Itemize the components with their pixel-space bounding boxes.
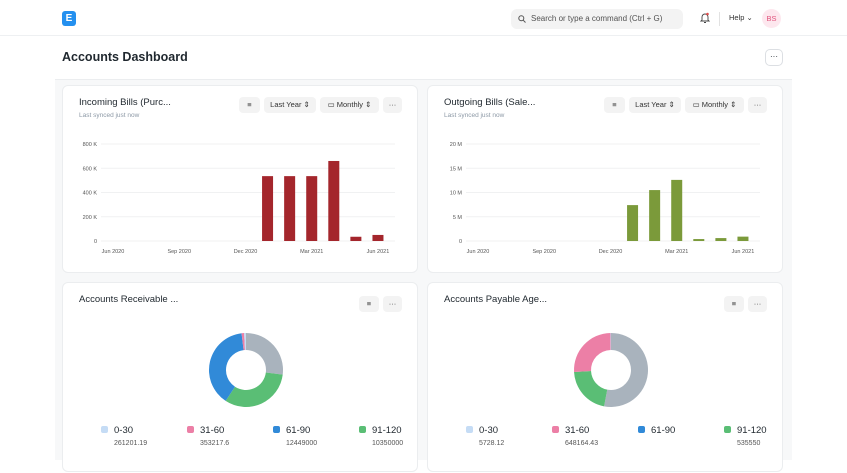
chevron-down-icon: ⌄ (746, 13, 753, 22)
y-tick-label: 15 M (450, 166, 463, 172)
bell-icon[interactable] (700, 12, 710, 24)
legend-label: 0-30 (114, 425, 134, 436)
bar[interactable] (372, 234, 384, 241)
legend-swatch (724, 426, 731, 433)
app-logo[interactable]: E (62, 11, 76, 26)
x-tick-label: Mar 2021 (300, 249, 323, 255)
legend-value: 535550 (737, 440, 761, 447)
donut-slice-other[interactable] (246, 333, 283, 375)
navbar: E Search or type a command (Ctrl + G) He… (0, 0, 847, 36)
search-icon (518, 15, 526, 23)
bar[interactable] (715, 238, 727, 241)
legend-value: 5728.12 (479, 440, 505, 447)
y-tick-label: 5 M (453, 215, 463, 221)
accounts-receivable-card: Accounts Receivable ... ≡ ··· 0-30 261201.19… (62, 282, 418, 472)
legend-label: 61-90 (651, 425, 676, 436)
legend-item: 31-60 353217.6 (187, 425, 229, 447)
legend-label: 0-30 (479, 425, 499, 436)
legend-label: 31-60 (565, 425, 590, 436)
legend-swatch (466, 426, 473, 433)
legend-item: 91-120 10350000 (359, 425, 403, 447)
x-tick-label: Jun 2021 (732, 249, 755, 255)
bar[interactable] (284, 176, 296, 241)
outgoing-bills-card: Outgoing Bills (Sale... Last synced just … (427, 85, 783, 273)
legend-label: 91-120 (372, 425, 402, 436)
y-tick-label: 10 M (450, 191, 463, 197)
x-tick-label: Jun 2021 (367, 249, 390, 255)
legend-item: 61-90 (638, 425, 675, 440)
legend-item: 0-30 261201.19 (101, 425, 147, 447)
legend-item: 31-60 648164.43 (552, 425, 598, 447)
help-label: Help (729, 13, 745, 22)
bar[interactable] (671, 179, 683, 241)
legend-value: 12449000 (286, 440, 318, 447)
incoming-bills-card: Incoming Bills (Purc... Last synced just … (62, 85, 418, 273)
legend-value: 261201.19 (114, 440, 148, 447)
donut-slice-91-120[interactable] (225, 372, 283, 407)
legend-swatch (273, 426, 280, 433)
legend-swatch (552, 426, 559, 433)
y-tick-label: 20 M (450, 142, 463, 148)
accounts-payable-card: Accounts Payable Age... ≡ ··· 0-30 5728.12 31… (427, 282, 783, 472)
x-tick-label: Sep 2020 (167, 249, 191, 255)
x-tick-label: Dec 2020 (599, 249, 623, 255)
legend-item: 61-90 12449000 (273, 425, 317, 447)
legend-label: 31-60 (200, 425, 225, 436)
bar[interactable] (737, 236, 749, 241)
y-tick-label: 0 (459, 239, 462, 245)
legend-label: 61-90 (286, 425, 311, 436)
legend-swatch (359, 426, 366, 433)
x-tick-label: Mar 2021 (665, 249, 688, 255)
legend-swatch (101, 426, 108, 433)
legend-swatch (638, 426, 645, 433)
bar[interactable] (693, 239, 705, 241)
page-menu-button[interactable]: ··· (765, 49, 783, 66)
y-tick-label: 600 K (83, 166, 98, 172)
bar[interactable] (350, 236, 362, 241)
legend-label: 91-120 (737, 425, 767, 436)
search-placeholder: Search or type a command (Ctrl + G) (531, 14, 663, 23)
bar[interactable] (627, 205, 639, 241)
y-tick-label: 400 K (83, 191, 98, 197)
legend-value: 353217.6 (200, 440, 230, 447)
bar[interactable] (306, 176, 318, 241)
page-title: Accounts Dashboard (62, 50, 188, 64)
divider (719, 12, 720, 26)
y-tick-label: 0 (94, 239, 97, 245)
help-menu[interactable]: Help ⌄ (729, 13, 753, 22)
x-tick-label: Sep 2020 (532, 249, 556, 255)
bar[interactable] (649, 190, 661, 241)
legend-value: 648164.43 (565, 440, 599, 447)
legend-value: 10350000 (372, 440, 404, 447)
bar[interactable] (262, 176, 274, 241)
legend-item: 91-120 535550 (724, 425, 767, 447)
legend-swatch (187, 426, 194, 433)
x-tick-label: Dec 2020 (234, 249, 258, 255)
bar[interactable] (328, 160, 340, 241)
x-tick-label: Jun 2020 (467, 249, 490, 255)
avatar[interactable]: BS (762, 9, 781, 28)
x-tick-label: Jun 2020 (102, 249, 125, 255)
bar-chart: 0 200 K 400 K 600 K 800 K Jun 2020 Sep 2020 Dec… (83, 142, 395, 255)
donut-slice-31-60[interactable] (574, 333, 611, 372)
donut-slice-91-120[interactable] (574, 371, 608, 407)
bar-chart: 0 5 M 10 M 15 M 20 M Jun 2020 Sep 2020 Dec 2020… (450, 142, 760, 255)
y-tick-label: 800 K (83, 142, 98, 148)
legend-item: 0-30 5728.12 (466, 425, 504, 447)
search-bar[interactable]: Search or type a command (Ctrl + G) (511, 9, 683, 29)
y-tick-label: 200 K (83, 215, 98, 221)
